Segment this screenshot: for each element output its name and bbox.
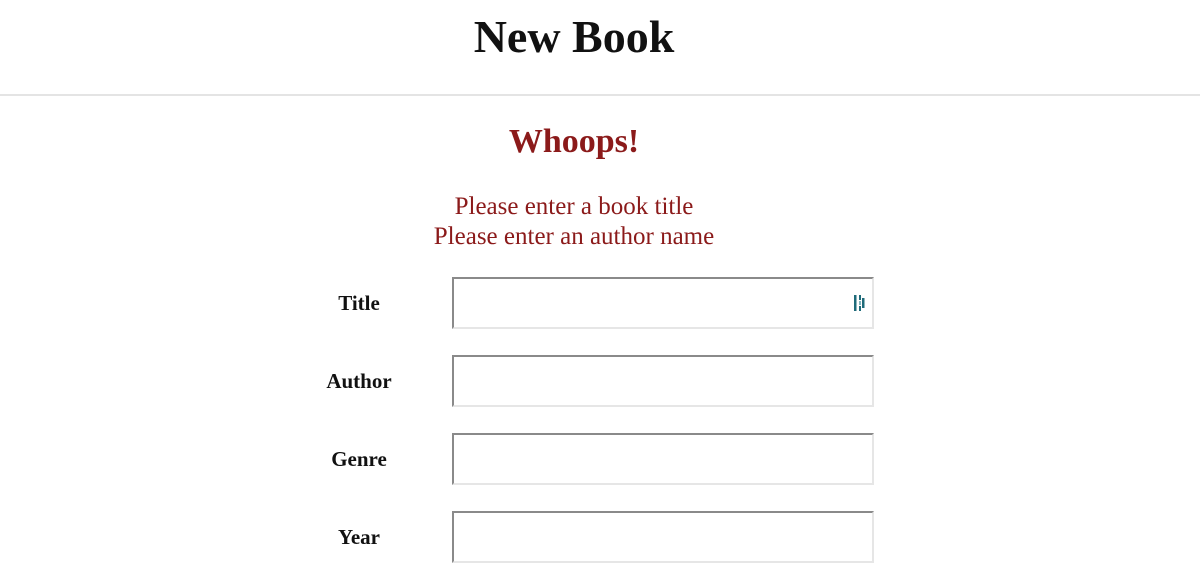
error-message-author: Please enter an author name (433, 223, 715, 250)
password-manager-icon[interactable] (852, 294, 868, 312)
error-list: Please enter a book title Please enter a… (0, 192, 1148, 252)
genre-field-row: Genre (0, 433, 1200, 485)
author-label: Author (326, 369, 392, 393)
year-label: Year (338, 525, 380, 549)
error-panel: Whoops! Please enter a book title Please… (0, 120, 1148, 252)
error-message-title: Please enter a book title (454, 193, 694, 220)
page-header: New Book (0, 0, 1200, 96)
author-input[interactable] (452, 355, 874, 407)
error-heading: Whoops! (508, 123, 640, 160)
new-book-page: New Book Whoops! Please enter a book tit… (0, 0, 1200, 568)
author-field-row: Author (0, 355, 1200, 407)
title-label: Title (338, 291, 380, 315)
page-title: New Book (473, 11, 675, 62)
genre-label: Genre (331, 447, 387, 471)
title-input[interactable] (452, 277, 874, 329)
year-field-row: Year (0, 511, 1200, 563)
title-field-row: Title (0, 277, 1200, 329)
year-input[interactable] (452, 511, 874, 563)
genre-input[interactable] (452, 433, 874, 485)
